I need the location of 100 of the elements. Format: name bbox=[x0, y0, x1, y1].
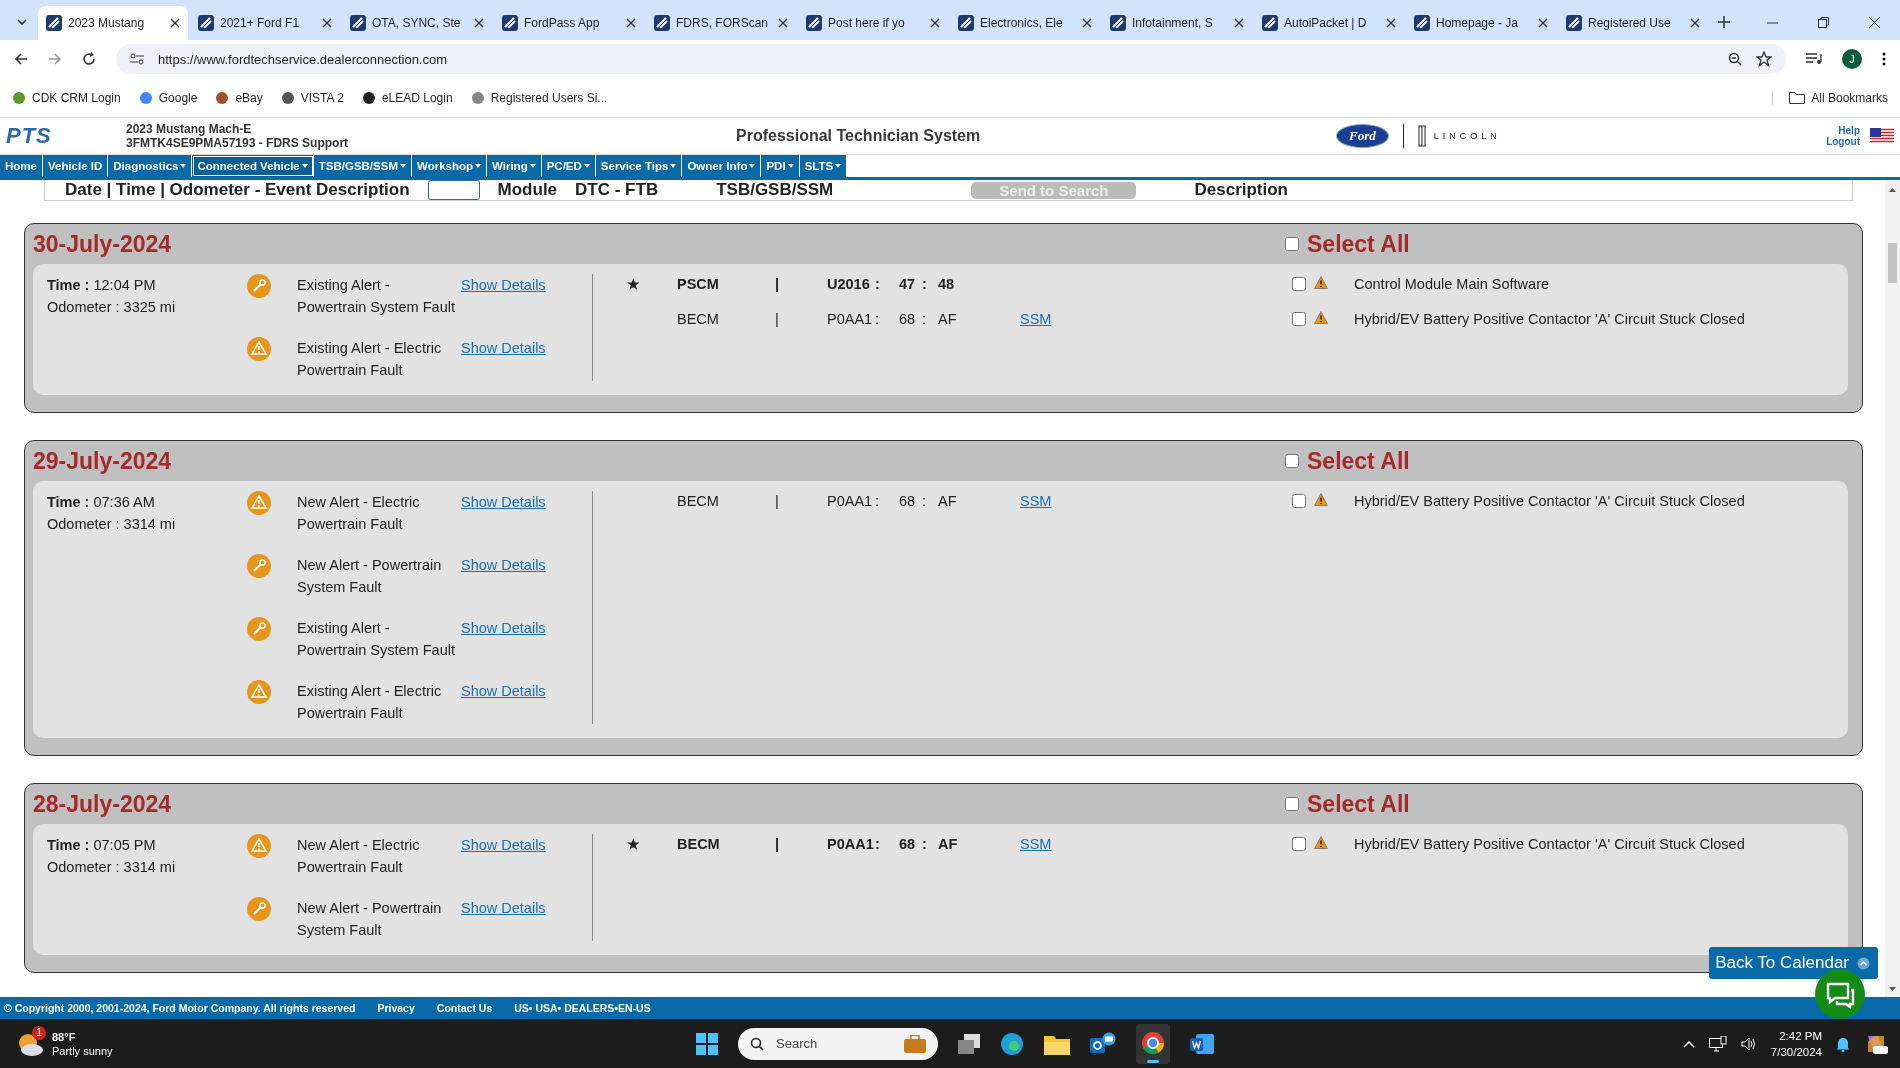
close-icon[interactable] bbox=[1538, 18, 1548, 28]
close-icon[interactable] bbox=[474, 18, 484, 28]
browser-icon[interactable] bbox=[1000, 1031, 1024, 1056]
ssm-link[interactable]: SSM bbox=[1020, 836, 1052, 852]
nav-menu-item[interactable]: SLTS bbox=[799, 155, 848, 177]
clock[interactable]: 2:42 PM 7/30/2024 bbox=[1770, 1027, 1822, 1060]
bookmark[interactable]: CDK CRM Login bbox=[12, 90, 121, 105]
task-view-icon[interactable] bbox=[958, 1033, 980, 1054]
dtc-code: P0AA1 bbox=[827, 492, 874, 511]
dtc-description: Control Module Main Software bbox=[1354, 275, 1551, 294]
nav-menu-item[interactable]: Home bbox=[0, 155, 43, 177]
dtc-description: Hybrid/EV Battery Positive Contactor 'A' Circuit Stuck Closed bbox=[1354, 310, 1746, 329]
nav-menu-item[interactable]: TSB/GSB/SSM bbox=[313, 155, 412, 177]
privacy-link[interactable]: Privacy bbox=[377, 1002, 415, 1014]
select-all-checkbox[interactable] bbox=[1285, 797, 1299, 811]
document-icon[interactable] bbox=[1190, 1031, 1214, 1056]
browser-tab[interactable]: OTA, SYNC, Ste bbox=[342, 6, 492, 40]
close-icon[interactable] bbox=[930, 18, 940, 28]
chrome-icon[interactable] bbox=[1136, 1023, 1170, 1064]
nav-menu-item[interactable]: Wiring bbox=[487, 155, 542, 177]
browser-tab[interactable]: AutoiPacket | D bbox=[1254, 6, 1404, 40]
address-bar[interactable]: https://www.fordtechservice.dealerconnection.com bbox=[116, 44, 1786, 74]
browser-tab[interactable]: Post here if yo bbox=[798, 6, 948, 40]
dtc-checkbox[interactable] bbox=[1292, 277, 1306, 291]
back-icon[interactable] bbox=[14, 52, 28, 66]
close-icon[interactable] bbox=[1869, 17, 1880, 28]
site-settings-icon[interactable] bbox=[130, 53, 144, 65]
dtc-code: P0AA1 bbox=[827, 310, 874, 329]
show-details-link[interactable]: Show Details bbox=[461, 834, 592, 856]
close-icon[interactable] bbox=[1234, 18, 1244, 28]
network-icon[interactable] bbox=[1708, 1035, 1727, 1052]
ssm-link[interactable]: SSM bbox=[1020, 311, 1052, 327]
close-icon[interactable] bbox=[626, 18, 636, 28]
browser-tab[interactable]: Registered Use bbox=[1558, 6, 1708, 40]
start-icon[interactable] bbox=[696, 1032, 718, 1055]
bookmark[interactable]: Registered Users Si... bbox=[470, 90, 608, 105]
flag-icon[interactable] bbox=[1870, 128, 1894, 144]
nav-menu-item[interactable]: Service Tips bbox=[595, 155, 683, 177]
chat-button[interactable] bbox=[1815, 969, 1865, 1019]
show-details-link[interactable]: Show Details bbox=[461, 680, 592, 702]
close-icon[interactable] bbox=[778, 18, 788, 28]
restore-icon[interactable] bbox=[1818, 17, 1829, 28]
bookmark[interactable]: VISTA 2 bbox=[280, 90, 344, 105]
select-all-checkbox[interactable] bbox=[1285, 454, 1299, 468]
scrollbar[interactable] bbox=[1885, 180, 1900, 997]
dtc-checkbox[interactable] bbox=[1292, 837, 1306, 851]
logout-link[interactable]: Logout bbox=[1826, 136, 1860, 147]
menu-icon[interactable] bbox=[1882, 52, 1886, 66]
forward-icon[interactable] bbox=[48, 52, 62, 66]
bookmark[interactable]: eBay bbox=[215, 90, 263, 105]
back-to-calendar-button[interactable]: Back To Calendar bbox=[1709, 947, 1878, 979]
browser-tab[interactable]: Infotainment, S bbox=[1102, 6, 1252, 40]
mail-icon[interactable] bbox=[1090, 1031, 1116, 1056]
nav-menu-item[interactable]: Diagnostics bbox=[108, 155, 193, 177]
star-icon: ★ bbox=[627, 274, 677, 294]
close-icon[interactable] bbox=[1386, 18, 1396, 28]
profile-avatar[interactable]: J bbox=[1842, 49, 1862, 69]
browser-tab[interactable]: FDRS, FORScan bbox=[646, 6, 796, 40]
ssm-link[interactable]: SSM bbox=[1020, 493, 1052, 509]
contact-link[interactable]: Contact Us bbox=[436, 1002, 493, 1014]
close-icon[interactable] bbox=[170, 18, 180, 28]
star-icon[interactable] bbox=[1756, 51, 1772, 67]
show-details-link[interactable]: Show Details bbox=[461, 554, 592, 576]
select-field[interactable] bbox=[427, 180, 480, 200]
nav-menu-item[interactable]: PC/ED bbox=[541, 155, 596, 177]
browser-tab[interactable]: Homepage - Ja bbox=[1406, 6, 1556, 40]
show-details-link[interactable]: Show Details bbox=[461, 897, 592, 919]
nav-menu-item[interactable]: PDI bbox=[761, 155, 800, 177]
search-field[interactable]: Search bbox=[738, 1027, 938, 1060]
select-all-checkbox[interactable] bbox=[1285, 237, 1299, 251]
browser-tab[interactable]: 2023 Mustang bbox=[38, 6, 188, 40]
close-icon[interactable] bbox=[322, 18, 332, 28]
nav-menu-item[interactable]: Workshop bbox=[412, 155, 487, 177]
dtc-checkbox[interactable] bbox=[1292, 494, 1306, 508]
close-icon[interactable] bbox=[1690, 18, 1700, 28]
show-details-link[interactable]: Show Details bbox=[461, 617, 592, 639]
show-details-link[interactable]: Show Details bbox=[461, 274, 592, 296]
dtc-checkbox[interactable] bbox=[1292, 312, 1306, 326]
browser-tab[interactable]: 2021+ Ford F1 bbox=[190, 6, 340, 40]
media-icon[interactable] bbox=[1806, 53, 1822, 65]
bell-icon[interactable] bbox=[1836, 1035, 1850, 1052]
bookmark[interactable]: eLEAD Login bbox=[361, 90, 453, 105]
nav-menu-item[interactable]: Owner Info bbox=[682, 155, 762, 177]
browser-tab[interactable]: FordPass App bbox=[494, 6, 644, 40]
help-link[interactable]: Help bbox=[1838, 125, 1860, 136]
volume-icon[interactable] bbox=[1740, 1036, 1757, 1051]
zoom-icon[interactable] bbox=[1728, 52, 1742, 66]
nav-menu-item[interactable]: Connected Vehicle bbox=[192, 155, 314, 177]
chevron-up-icon[interactable] bbox=[1682, 1039, 1695, 1048]
show-details-link[interactable]: Show Details bbox=[461, 337, 592, 359]
site-logo[interactable]: PTS bbox=[6, 123, 126, 149]
nav-menu-item[interactable]: Vehicle ID bbox=[42, 155, 109, 177]
reload-icon[interactable] bbox=[82, 52, 96, 66]
browser-tab[interactable]: Electronics, Ele bbox=[950, 6, 1100, 40]
tab-list-icon[interactable] bbox=[17, 19, 27, 25]
show-details-link[interactable]: Show Details bbox=[461, 491, 592, 513]
new-tab-icon[interactable] bbox=[1718, 16, 1730, 28]
close-icon[interactable] bbox=[1082, 18, 1092, 28]
bookmark[interactable]: Google bbox=[138, 90, 198, 105]
all-bookmarks-button[interactable]: All Bookmarks bbox=[1772, 90, 1888, 105]
